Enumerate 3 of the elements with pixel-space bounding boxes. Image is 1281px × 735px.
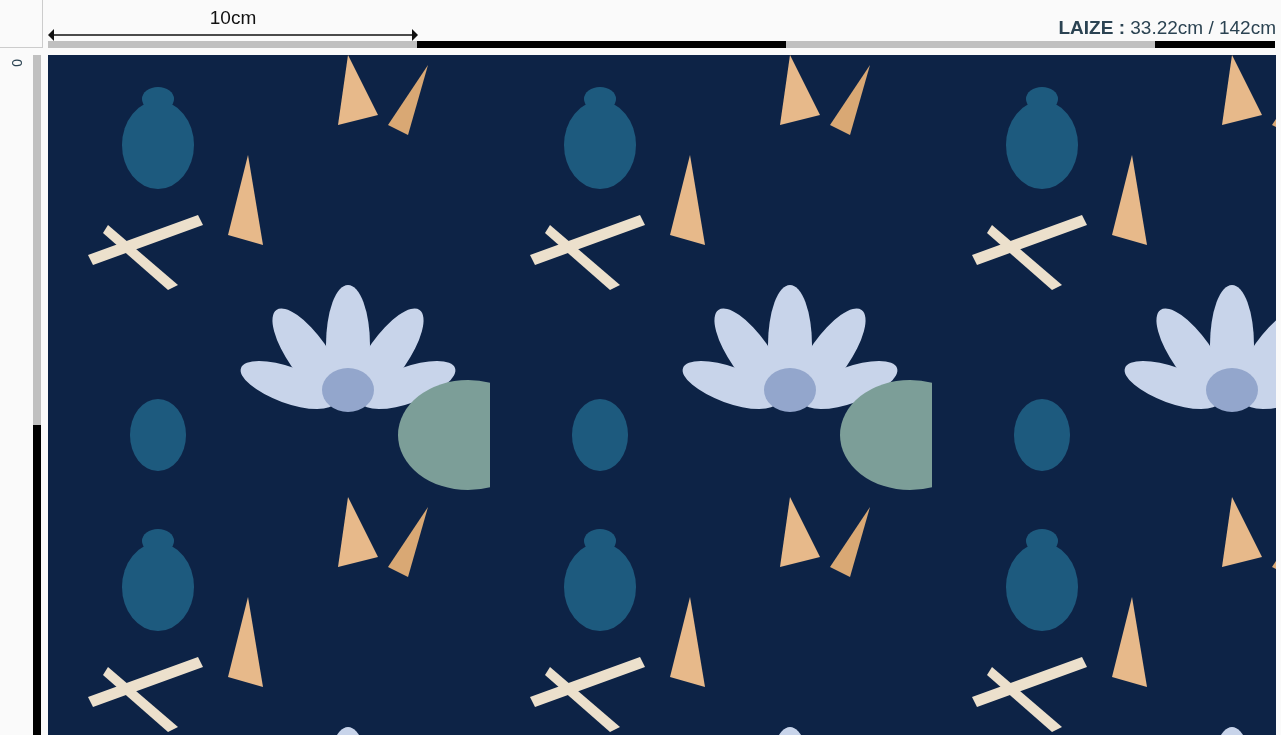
ruler-origin-label: 0	[8, 59, 25, 67]
ruler-scale-label: 10cm	[209, 7, 257, 29]
width-info: LAIZE : 33.22cm / 142cm	[1058, 17, 1276, 39]
